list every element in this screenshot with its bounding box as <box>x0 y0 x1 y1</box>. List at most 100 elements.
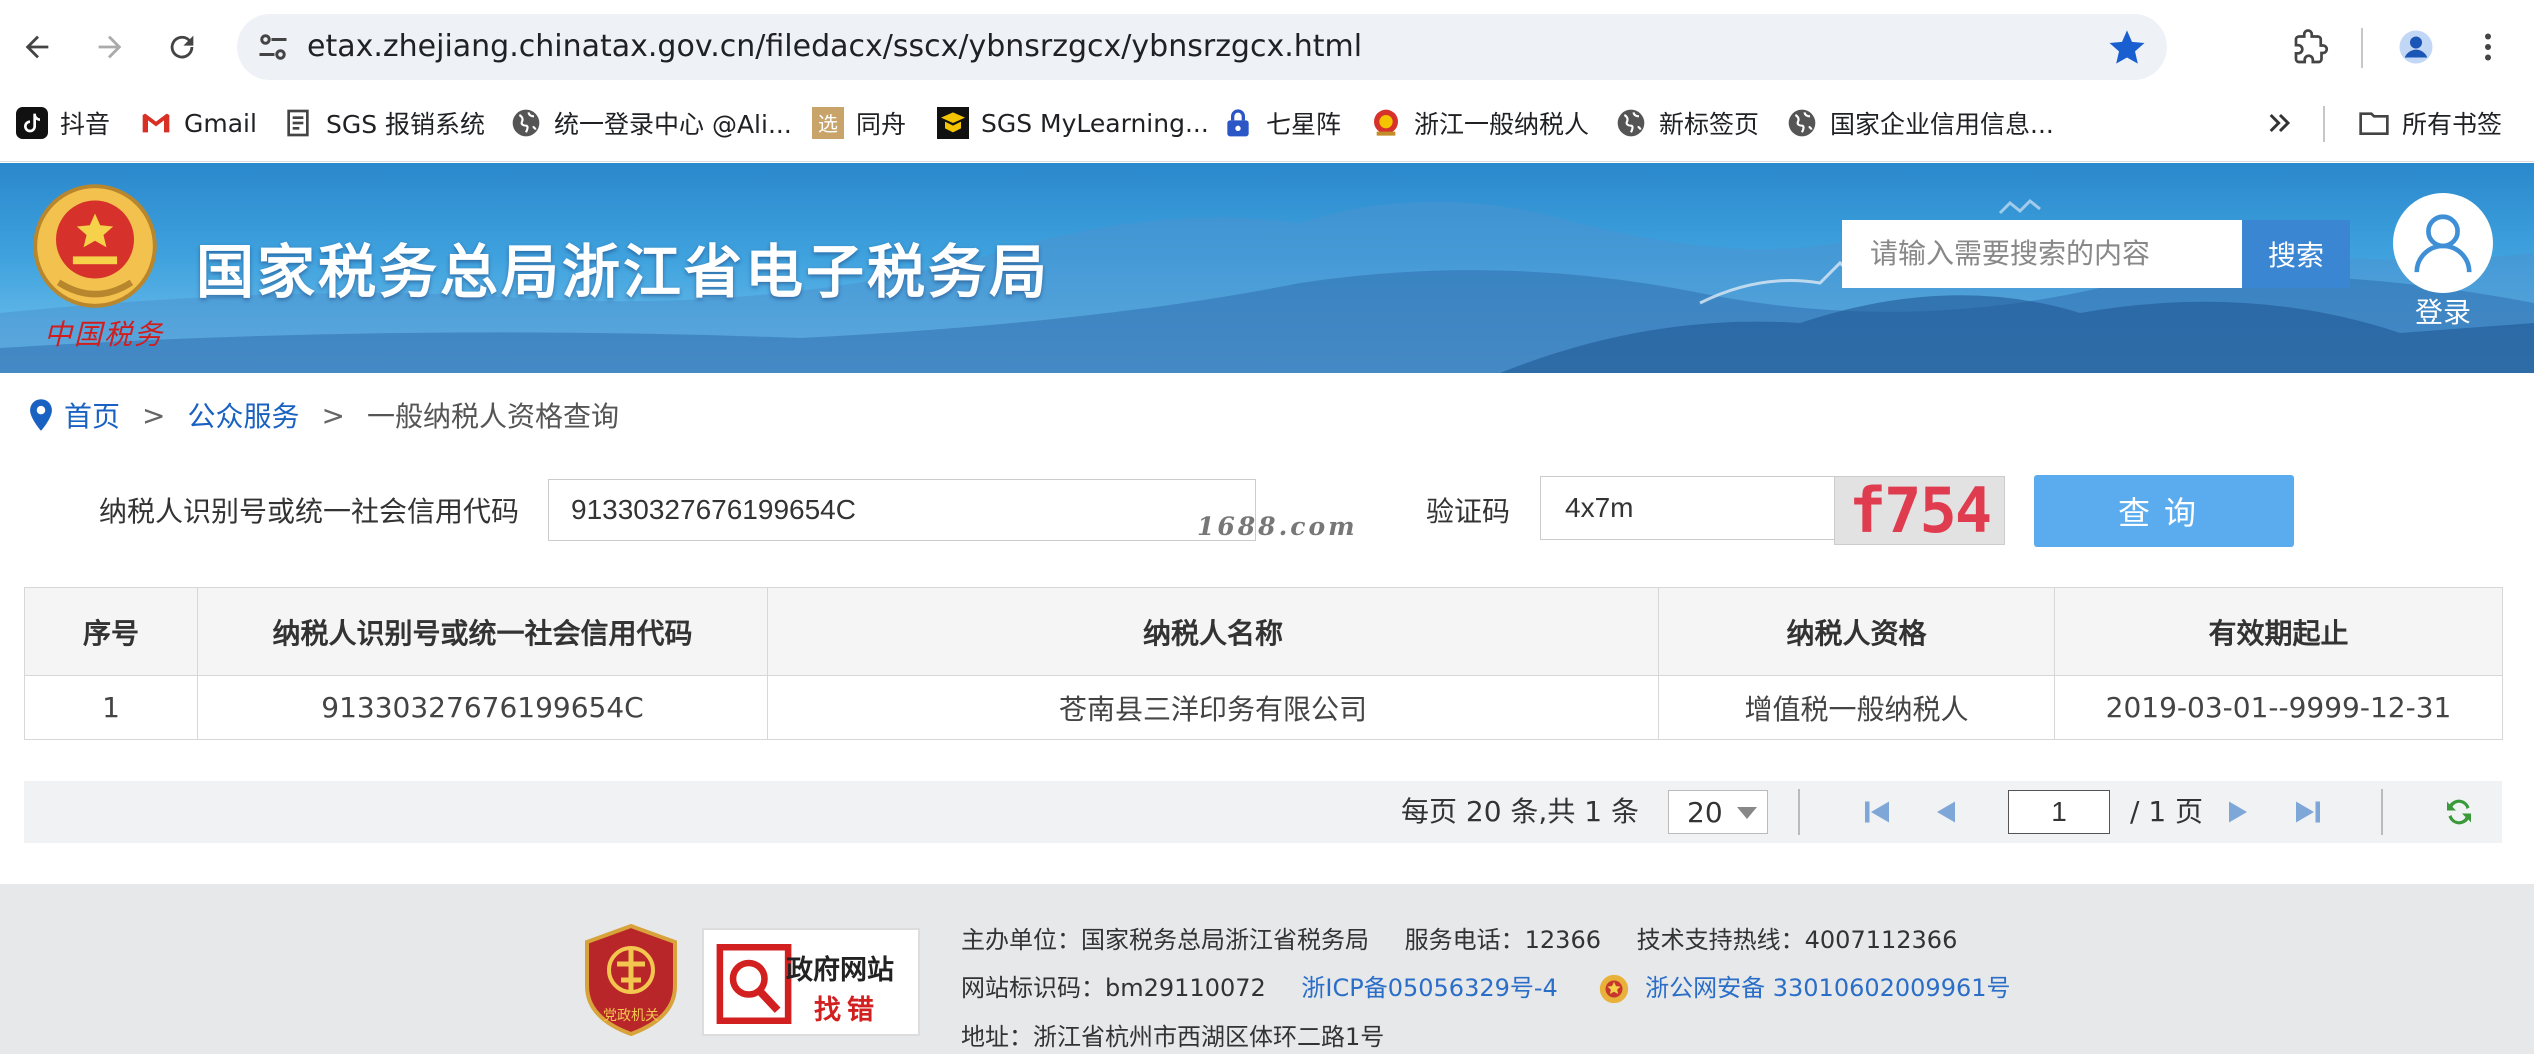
back-arrow-icon <box>25 35 49 59</box>
bookmark-label: Gmail <box>184 108 257 138</box>
query-button[interactable]: 查询 <box>2034 475 2294 547</box>
footer-organizer: 主办单位：国家税务总局浙江省税务局 <box>961 926 1369 954</box>
bookmarks-divider <box>2323 106 2325 142</box>
profile-avatar-icon <box>2399 30 2433 64</box>
gmail-icon <box>140 107 172 139</box>
page-summary: 每页 20 条,共 1 条 <box>1401 795 1639 828</box>
tongzhou-icon: 选 <box>812 107 844 139</box>
breadcrumb: 首页 > 公众服务 > 一般纳税人资格查询 <box>26 392 619 438</box>
browser-toolbar: etax.zhejiang.chinatax.gov.cn/filedacx/s… <box>0 0 2534 94</box>
globe-icon <box>1786 107 1818 139</box>
gov-badge-title: 政府网站 <box>786 955 894 986</box>
puzzle-icon <box>2294 29 2329 64</box>
bookmark-label: 七星阵 <box>1266 110 1342 139</box>
refresh-icon <box>2447 799 2471 825</box>
first-page-button[interactable] <box>1859 794 1895 830</box>
location-pin-icon <box>30 399 52 431</box>
svg-text:选: 选 <box>818 112 838 136</box>
column-header-qualification: 纳税人资格 <box>1658 587 2055 676</box>
gov-site-error-report[interactable]: 政府网站 找错 <box>702 928 920 1036</box>
taxid-input[interactable] <box>548 479 1256 541</box>
bookmark-label: 同舟 <box>856 110 907 139</box>
pager-divider <box>2381 789 2383 835</box>
profile-button[interactable] <box>2391 22 2441 72</box>
next-page-icon <box>2229 801 2247 823</box>
login-avatar-button[interactable] <box>2393 193 2493 293</box>
captcha-input[interactable] <box>1540 476 1836 540</box>
back-button[interactable] <box>12 22 62 72</box>
prev-page-icon <box>1937 801 1955 823</box>
emblem-caption: 中国税务 <box>44 318 165 351</box>
cell-qualification: 增值税一般纳税人 <box>1658 675 2055 740</box>
watermark-text: 1688.com <box>1197 512 1358 541</box>
site-info-icon[interactable] <box>255 29 291 65</box>
bookmark-qixingzhen[interactable]: 七星阵 <box>1222 94 1341 152</box>
dropdown-caret-icon <box>1737 807 1757 819</box>
reload-icon <box>170 35 194 59</box>
login-link[interactable]: 登录 <box>2393 291 2493 331</box>
page-size-select[interactable]: 20 <box>1668 790 1768 834</box>
site-search-input[interactable] <box>1842 220 2242 288</box>
party-badge-text: 党政机关 <box>603 1008 659 1024</box>
footer-support-hotline: 技术支持热线：4007112366 <box>1636 926 1958 954</box>
footer-police-record-link[interactable]: 浙公网安备 33010602009961号 <box>1645 974 2010 1002</box>
refresh-button[interactable] <box>2441 794 2477 830</box>
bookmarks-overflow-button[interactable] <box>2264 94 2296 152</box>
breadcrumb-home[interactable]: 首页 <box>64 395 120 435</box>
breadcrumb-public-service[interactable]: 公众服务 <box>187 395 299 435</box>
tax-emblem-icon <box>1370 107 1402 139</box>
bookmark-sgs-expense[interactable]: SGS 报销系统 <box>282 94 485 152</box>
bookmark-tongzhou[interactable]: 选 同舟 <box>812 94 906 152</box>
captcha-image[interactable]: f754 <box>1834 476 2005 545</box>
browser-menu-button[interactable] <box>2463 22 2513 72</box>
mylearning-icon <box>937 107 969 139</box>
bookmark-new-tab[interactable]: 新标签页 <box>1615 94 1759 152</box>
bookmark-zhejiang-taxpayer[interactable]: 浙江一般纳税人 <box>1370 94 1589 152</box>
site-footer: 党政机关 政府网站 找错 主办单位：国家税务总局浙江省税务局 服务电话：1236… <box>0 884 2534 1054</box>
breadcrumb-separator: > <box>321 398 345 432</box>
bookmark-label: 国家企业信用信息... <box>1830 110 2054 139</box>
cell-validity: 2019-03-01--9999-12-31 <box>2054 675 2503 740</box>
forward-button[interactable] <box>85 22 135 72</box>
url-text[interactable]: etax.zhejiang.chinatax.gov.cn/filedacx/s… <box>307 14 1362 80</box>
douyin-icon <box>16 107 48 139</box>
last-page-button[interactable] <box>2290 794 2326 830</box>
site-search-button[interactable]: 搜索 <box>2242 220 2350 288</box>
results-table: 序号 纳税人识别号或统一社会信用代码 纳税人名称 纳税人资格 有效期起止 1 9… <box>24 587 2503 740</box>
globe-icon <box>1615 107 1647 139</box>
bookmark-douyin[interactable]: 抖音 <box>16 94 110 152</box>
column-header-validity: 有效期起止 <box>2054 587 2503 676</box>
extensions-button[interactable] <box>2286 22 2336 72</box>
bookmark-label: 统一登录中心 @Ali... <box>554 110 792 139</box>
footer-site-code: 网站标识码：bm29110072 <box>961 974 1266 1002</box>
taxid-label: 纳税人识别号或统一社会信用代码 <box>99 495 520 528</box>
gov-badge-subtitle: 找错 <box>814 995 880 1026</box>
address-bar[interactable]: etax.zhejiang.chinatax.gov.cn/filedacx/s… <box>237 14 2167 80</box>
next-page-button[interactable] <box>2220 794 2256 830</box>
police-badge-icon <box>1600 974 1629 1004</box>
page-total: / 1 页 <box>2130 795 2204 828</box>
cell-taxid: 91330327676199654C <box>197 675 768 740</box>
reload-button[interactable] <box>157 22 207 72</box>
tax-emblem-logo <box>33 184 157 308</box>
kebab-menu-icon <box>2485 33 2491 61</box>
bookmark-credit-info[interactable]: 国家企业信用信息... <box>1786 94 2054 152</box>
table-row: 1 91330327676199654C 苍南县三洋印务有限公司 增值税一般纳税… <box>24 675 2503 740</box>
prev-page-button[interactable] <box>1928 794 1964 830</box>
footer-icp-link[interactable]: 浙ICP备05056329号-4 <box>1301 974 1557 1002</box>
site-header: 中国税务 国家税务总局浙江省电子税务局 搜索 登录 <box>0 163 2534 373</box>
captcha-label: 验证码 <box>1426 495 1511 528</box>
double-chevron-icon <box>2264 107 2296 139</box>
bookmark-star-icon[interactable] <box>2107 27 2147 67</box>
page-number-input[interactable] <box>2008 790 2110 834</box>
bookmark-gmail[interactable]: Gmail <box>140 94 257 152</box>
bookmark-ali-login[interactable]: 统一登录中心 @Ali... <box>510 94 792 152</box>
globe-icon <box>510 107 542 139</box>
captcha-image-text: f754 <box>1848 476 1992 545</box>
bookmark-sgs-mylearning[interactable]: SGS MyLearning... <box>937 94 1209 152</box>
last-page-icon <box>2296 801 2320 823</box>
party-government-badge[interactable]: 党政机关 <box>583 924 679 1036</box>
all-bookmarks-button[interactable]: 所有书签 <box>2358 94 2502 152</box>
all-bookmarks-label: 所有书签 <box>2402 110 2503 139</box>
cell-name: 苍南县三洋印务有限公司 <box>767 675 1659 740</box>
